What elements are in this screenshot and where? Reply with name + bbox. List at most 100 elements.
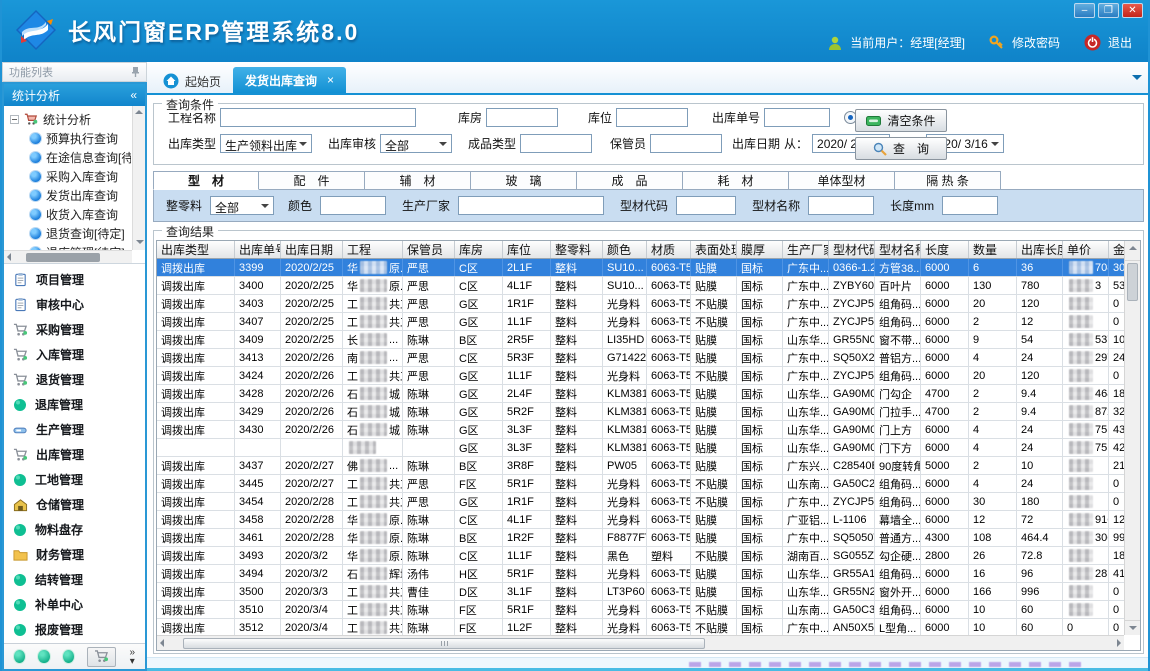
tree-item[interactable]: 采购入库查询 bbox=[10, 167, 131, 186]
table-row[interactable]: 调拨出库34582020/2/28华原...陈琳C区4L1F整料光身料6063-… bbox=[157, 511, 1124, 529]
table-row[interactable]: 调拨出库34372020/2/27佛...陈琳B区3R8F整料PW056063-… bbox=[157, 457, 1124, 475]
column-header[interactable]: 出库长度 bbox=[1017, 241, 1063, 258]
material-tab-4[interactable]: 玻 璃 bbox=[471, 171, 577, 190]
maximize-button[interactable]: ❐ bbox=[1098, 3, 1119, 18]
table-horizontal-scrollbar[interactable] bbox=[157, 635, 1124, 650]
column-header[interactable]: 整零料 bbox=[551, 241, 603, 258]
sidebar-item-财务管理[interactable]: 财务管理 bbox=[4, 542, 145, 567]
material-tab-2[interactable]: 配 件 bbox=[259, 171, 365, 190]
tree-item[interactable]: 退货查询[待定] bbox=[10, 224, 131, 243]
column-header[interactable]: 长度 bbox=[921, 241, 969, 258]
sidebar-item-采购管理[interactable]: 采购管理 bbox=[4, 317, 145, 342]
pin-icon[interactable] bbox=[131, 66, 140, 78]
column-header[interactable]: 颜色 bbox=[603, 241, 647, 258]
tree-item[interactable]: 在途信息查询[待 bbox=[10, 148, 131, 167]
column-header[interactable]: 型材名称 bbox=[875, 241, 921, 258]
sidebar-item-退货管理[interactable]: 退货管理 bbox=[4, 367, 145, 392]
tab-close-icon[interactable]: × bbox=[327, 73, 334, 87]
sidebar-item-仓储管理[interactable]: 仓储管理 bbox=[4, 492, 145, 517]
column-header[interactable]: 出库单号 bbox=[235, 241, 281, 258]
sidebar-item-审核中心[interactable]: 审核中心 bbox=[4, 292, 145, 317]
table-row[interactable]: 调拨出库34942020/3/2石辉城汤伟H区5R1F整料光身料6063-T5贴… bbox=[157, 565, 1124, 583]
sidebar-item-生产管理[interactable]: 生产管理 bbox=[4, 417, 145, 442]
table-row[interactable]: 调拨出库34452020/2/27工共工程严思F区5R1F整料光身料6063-T… bbox=[157, 475, 1124, 493]
tab-home[interactable]: 起始页 bbox=[151, 69, 233, 93]
sidebar-item-出库管理[interactable]: 出库管理 bbox=[4, 442, 145, 467]
column-header[interactable]: 库位 bbox=[503, 241, 551, 258]
sidebar-item-补单中心[interactable]: 补单中心 bbox=[4, 592, 145, 617]
cart-tool-button[interactable] bbox=[87, 647, 117, 667]
table-row[interactable]: 调拨出库34302020/2/26石城陈琳G区3L3F整料KLM38176063… bbox=[157, 421, 1124, 439]
table-row[interactable]: 调拨出库34282020/2/26石城陈琳G区2L4F整料KLM38176063… bbox=[157, 385, 1124, 403]
table-row[interactable]: 调拨出库34132020/2/26南...严思C区5R3F整料G71422606… bbox=[157, 349, 1124, 367]
tab-active[interactable]: 发货出库查询 × bbox=[233, 67, 346, 93]
out-type-select[interactable]: 生产领料出库 bbox=[220, 134, 312, 153]
location-input[interactable] bbox=[616, 108, 688, 127]
change-password-link[interactable]: 修改密码 bbox=[1012, 34, 1060, 51]
column-header[interactable]: 材质 bbox=[647, 241, 691, 258]
tree-expander-icon[interactable] bbox=[10, 115, 19, 124]
section-header[interactable]: 统计分析 « bbox=[4, 84, 145, 106]
sidebar-item-退库管理[interactable]: 退库管理 bbox=[4, 392, 145, 417]
order-no-input[interactable] bbox=[764, 108, 830, 127]
warehouse-input[interactable] bbox=[486, 108, 558, 127]
sidebar-item-入库管理[interactable]: 入库管理 bbox=[4, 342, 145, 367]
search-button[interactable]: 查 询 bbox=[855, 137, 947, 160]
table-row[interactable]: 调拨出库35002020/3/3工共工程曹佳D区3L1F整料LT3P606063… bbox=[157, 583, 1124, 601]
column-header[interactable]: 膜厚 bbox=[737, 241, 783, 258]
tree-item[interactable]: 预算执行查询 bbox=[10, 129, 131, 148]
material-tab-8[interactable]: 隔 热 条 bbox=[895, 171, 1001, 190]
column-header[interactable]: 生产厂家 bbox=[783, 241, 829, 258]
table-row[interactable]: 调拨出库35102020/3/4工共工程陈琳F区5R1F整料光身料6063-T5… bbox=[157, 601, 1124, 619]
table-row[interactable]: 调拨出库34242020/2/26工共工程严思G区1L1F整料光身料6063-T… bbox=[157, 367, 1124, 385]
sidebar-item-物料盘存[interactable]: 物料盘存 bbox=[4, 517, 145, 542]
table-row[interactable]: 调拨出库33992020/2/25华原...严思C区2L1F整料SU10...6… bbox=[157, 259, 1124, 277]
table-row[interactable]: 调拨出库34292020/2/26石城陈琳G区5R2F整料KLM38176063… bbox=[157, 403, 1124, 421]
table-row[interactable]: 调拨出库34092020/2/25长...陈琳B区2R5F整料LI35HD606… bbox=[157, 331, 1124, 349]
tree-horizontal-scrollbar[interactable] bbox=[4, 250, 132, 263]
column-header[interactable]: 表面处理 bbox=[691, 241, 737, 258]
product-type-input[interactable] bbox=[520, 134, 592, 153]
table-row[interactable]: G区3L3F整料KLM38176063-T5贴膜国标山东华...GA90M09.… bbox=[157, 439, 1124, 457]
table-row[interactable]: 调拨出库34032020/2/25工共工程严思G区1R1F整料光身料6063-T… bbox=[157, 295, 1124, 313]
profile-code-input[interactable] bbox=[676, 196, 736, 215]
vertical-scroll-thumb[interactable] bbox=[1127, 263, 1138, 301]
table-row[interactable]: 调拨出库34072020/2/25工共工程严思G区1L1F整料光身料6063-T… bbox=[157, 313, 1124, 331]
minimize-button[interactable]: – bbox=[1074, 3, 1095, 18]
material-tab-5[interactable]: 成 品 bbox=[577, 171, 683, 190]
column-header[interactable]: 单价 bbox=[1063, 241, 1109, 258]
sidebar-item-工地管理[interactable]: 工地管理 bbox=[4, 467, 145, 492]
material-tab-7[interactable]: 单体型材 bbox=[789, 171, 895, 190]
material-tab-6[interactable]: 耗 材 bbox=[683, 171, 789, 190]
collapse-icon[interactable]: « bbox=[130, 88, 137, 102]
column-header[interactable]: 工程 bbox=[343, 241, 403, 258]
audit-select[interactable]: 全部 bbox=[380, 134, 452, 153]
quick-button-1[interactable] bbox=[14, 650, 25, 663]
table-row[interactable]: 调拨出库34932020/3/2华原...陈琳C区1L1F整料黑色塑料不贴膜国标… bbox=[157, 547, 1124, 565]
column-header[interactable]: 出库日期 bbox=[281, 241, 343, 258]
sidebar-item-结转管理[interactable]: 结转管理 bbox=[4, 567, 145, 592]
manufacturer-input[interactable] bbox=[458, 196, 604, 215]
table-row[interactable]: 调拨出库34002020/2/25华原...严思C区4L1F整料SU10...6… bbox=[157, 277, 1124, 295]
table-vertical-scrollbar[interactable] bbox=[1124, 241, 1140, 635]
column-header[interactable]: 保管员 bbox=[403, 241, 455, 258]
color-input[interactable] bbox=[320, 196, 386, 215]
quick-button-3[interactable] bbox=[63, 650, 74, 663]
clear-conditions-button[interactable]: 清空条件 bbox=[855, 109, 947, 132]
quick-button-2[interactable] bbox=[38, 650, 49, 663]
column-header[interactable]: 库房 bbox=[455, 241, 503, 258]
material-tab-3[interactable]: 辅 材 bbox=[365, 171, 471, 190]
tree-vertical-scrollbar[interactable] bbox=[132, 106, 145, 250]
project-name-input[interactable] bbox=[220, 108, 416, 127]
material-tab-1[interactable]: 型 材 bbox=[153, 171, 259, 190]
keeper-input[interactable] bbox=[650, 134, 722, 153]
sidebar-item-项目管理[interactable]: 项目管理 bbox=[4, 267, 145, 292]
table-row[interactable]: 调拨出库34542020/2/28工共工程严思G区1R1F整料光身料6063-T… bbox=[157, 493, 1124, 511]
tree-item[interactable]: 收货入库查询 bbox=[10, 205, 131, 224]
profile-name-input[interactable] bbox=[808, 196, 874, 215]
column-header[interactable]: 型材代码 bbox=[829, 241, 875, 258]
close-button[interactable]: ✕ bbox=[1122, 3, 1143, 18]
table-row[interactable]: 调拨出库35122020/3/4工共工程陈琳F区1L2F整料光身料6063-T5… bbox=[157, 619, 1124, 635]
sidebar-overflow-button[interactable]: »▾ bbox=[129, 648, 135, 666]
horizontal-scroll-thumb[interactable] bbox=[183, 638, 705, 649]
